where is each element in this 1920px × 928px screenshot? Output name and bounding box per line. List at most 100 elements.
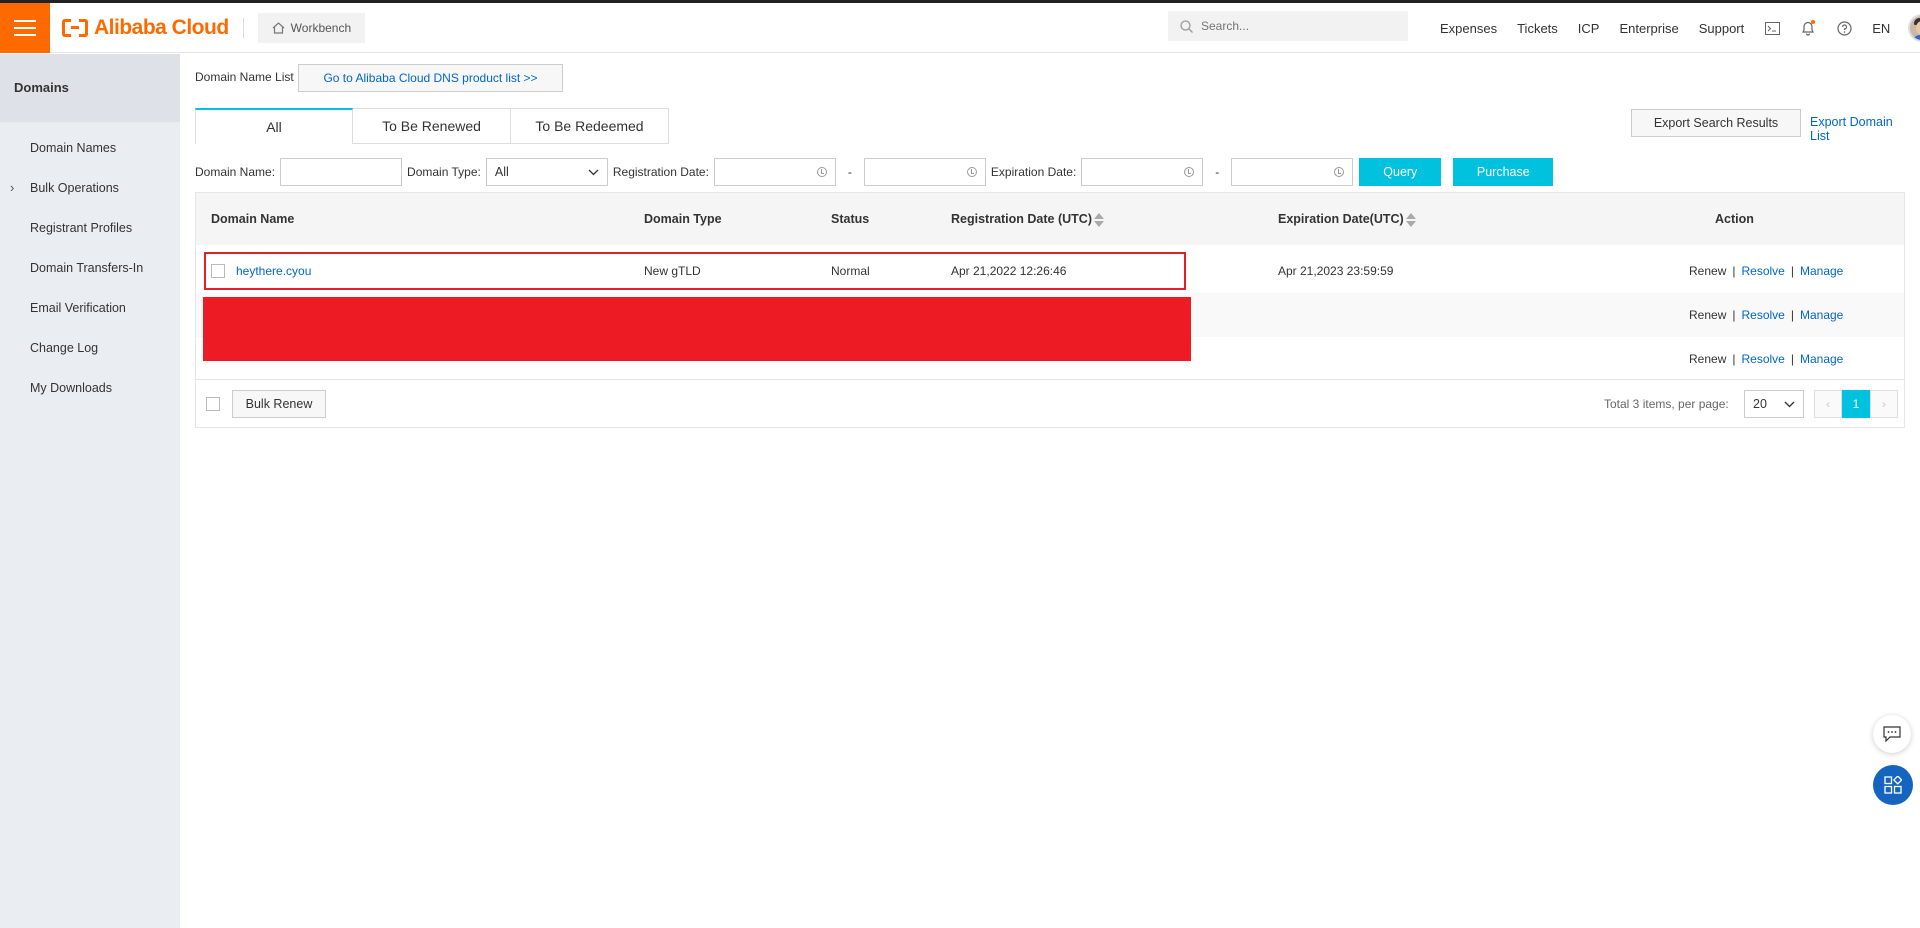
chevron-down-icon (1784, 401, 1795, 407)
nav-tickets[interactable]: Tickets (1507, 21, 1568, 36)
per-page-value: 20 (1753, 397, 1767, 411)
chat-icon (1883, 726, 1901, 742)
clock-icon (816, 167, 827, 177)
tab-to-be-renewed[interactable]: To Be Renewed (353, 108, 511, 144)
chevron-right-icon: › (1882, 397, 1886, 411)
alibaba-cloud-logo[interactable]: Alibaba Cloud (62, 16, 229, 40)
clock-icon (966, 167, 977, 177)
tab-to-be-redeemed[interactable]: To Be Redeemed (511, 108, 669, 144)
manage-link[interactable]: Manage (1800, 308, 1843, 322)
quick-apps-button[interactable] (1873, 765, 1913, 805)
nav-support[interactable]: Support (1689, 21, 1755, 36)
row-actions: Renew | Resolve | Manage (1689, 249, 1843, 293)
renew-link[interactable]: Renew (1689, 308, 1726, 322)
clock-icon (1334, 167, 1345, 177)
row-actions: Renew | Resolve | Manage (1689, 293, 1843, 337)
bell-icon[interactable] (1790, 20, 1826, 36)
renew-link[interactable]: Renew (1689, 352, 1726, 366)
domain-name-input[interactable] (280, 158, 403, 186)
search-input[interactable] (1201, 19, 1381, 33)
global-search[interactable] (1168, 11, 1408, 41)
chevron-left-icon: ‹ (1826, 397, 1830, 411)
action-separator: | (1732, 308, 1736, 322)
sidebar-item-domain-names[interactable]: Domain Names (0, 128, 180, 168)
logo-text: Alibaba Cloud (94, 15, 229, 39)
select-all-checkbox[interactable] (206, 397, 220, 411)
sidebar-item-label: My Downloads (30, 381, 112, 395)
domain-type-select[interactable]: All (485, 158, 608, 186)
domain-table: Domain Name Domain Type Status Registrat… (195, 192, 1905, 428)
resolve-link[interactable]: Resolve (1741, 352, 1784, 366)
domain-type-value: All (494, 165, 509, 179)
action-separator: | (1790, 352, 1794, 366)
resolve-link[interactable]: Resolve (1741, 264, 1784, 278)
next-page-button[interactable]: › (1870, 390, 1898, 418)
search-icon (1180, 19, 1193, 33)
nav-enterprise[interactable]: Enterprise (1609, 21, 1688, 36)
prev-page-button[interactable]: ‹ (1814, 390, 1842, 418)
sidebar-item-registrant-profiles[interactable]: Registrant Profiles (0, 208, 180, 248)
row-actions: Renew | Resolve | Manage (1689, 337, 1843, 381)
registration-date-end-input[interactable] (863, 158, 986, 186)
sidebar-item-label: Bulk Operations (30, 181, 119, 195)
export-domain-list-link[interactable]: Export Domain List (1810, 115, 1905, 143)
registration-date-filter-label: Registration Date: (612, 165, 709, 179)
redaction-block (203, 297, 1191, 361)
total-items-label: Total 3 items, per page: (1604, 397, 1729, 411)
header-status: Status (831, 212, 870, 226)
header-registration-date[interactable]: Registration Date (UTC) (951, 193, 1104, 245)
help-icon[interactable] (1826, 20, 1862, 36)
header-expiration-date[interactable]: Expiration Date(UTC) (1278, 193, 1416, 245)
export-search-results-button[interactable]: Export Search Results (1631, 109, 1801, 137)
header-registration-date-label: Registration Date (UTC) (951, 212, 1092, 226)
date-range-separator: - (1215, 165, 1220, 179)
sidebar-item-email-verification[interactable]: Email Verification (0, 288, 180, 328)
registration-date-start-input[interactable] (713, 158, 836, 186)
sidebar-item-change-log[interactable]: Change Log (0, 328, 180, 368)
highlight-box (204, 252, 1186, 290)
header-domain-name: Domain Name (211, 212, 295, 226)
expiration-date-end-input[interactable] (1231, 158, 1354, 186)
sidebar-item-my-downloads[interactable]: My Downloads (0, 368, 180, 408)
manage-link[interactable]: Manage (1800, 352, 1843, 366)
sidebar-collapse-handle[interactable] (166, 528, 180, 574)
header-divider (242, 17, 244, 38)
bulk-renew-button[interactable]: Bulk Renew (232, 390, 326, 418)
sort-icon[interactable] (1093, 212, 1104, 227)
sidebar-item-label: Domain Names (30, 141, 117, 155)
nav-expenses[interactable]: Expenses (1430, 21, 1507, 36)
expiration-date-start-input[interactable] (1081, 158, 1204, 186)
expiration-date-cell: Apr 21,2023 23:59:59 (1278, 264, 1394, 278)
user-avatar[interactable] (1908, 14, 1920, 42)
pagination: ‹ 1 › (1814, 390, 1898, 418)
tab-all[interactable]: All (195, 108, 353, 144)
resolve-link[interactable]: Resolve (1741, 308, 1784, 322)
sidebar-title: Domains (0, 54, 180, 122)
dns-product-list-button[interactable]: Go to Alibaba Cloud DNS product list >> (298, 64, 563, 92)
sidebar-item-domain-transfers-in[interactable]: Domain Transfers-In (0, 248, 180, 288)
sidebar-item-bulk-operations[interactable]: › Bulk Operations (0, 168, 180, 208)
language-switch[interactable]: EN (1862, 21, 1900, 36)
apps-grid-icon (1884, 776, 1902, 794)
sort-icon[interactable] (1405, 212, 1416, 227)
renew-link[interactable]: Renew (1689, 264, 1726, 278)
domain-type-filter-label: Domain Type: (407, 165, 481, 179)
query-button[interactable]: Query (1359, 158, 1442, 186)
workbench-button[interactable]: Workbench (257, 12, 366, 43)
manage-link[interactable]: Manage (1800, 264, 1843, 278)
menu-icon[interactable] (0, 2, 50, 53)
purchase-button[interactable]: Purchase (1453, 158, 1554, 186)
terminal-icon[interactable] (1754, 21, 1790, 35)
page-button[interactable]: 1 (1842, 390, 1870, 418)
expiration-date-filter-label: Expiration Date: (990, 165, 1077, 179)
clock-icon (1184, 167, 1195, 177)
sidebar-item-label: Change Log (30, 341, 99, 355)
action-separator: | (1732, 352, 1736, 366)
logo-mark-icon (62, 18, 88, 37)
action-separator: | (1790, 264, 1794, 278)
nav-icp[interactable]: ICP (1568, 21, 1610, 36)
action-separator: | (1732, 264, 1736, 278)
per-page-select[interactable]: 20 (1744, 390, 1804, 418)
chat-feedback-button[interactable] (1873, 715, 1911, 753)
header-domain-type: Domain Type (644, 212, 722, 226)
